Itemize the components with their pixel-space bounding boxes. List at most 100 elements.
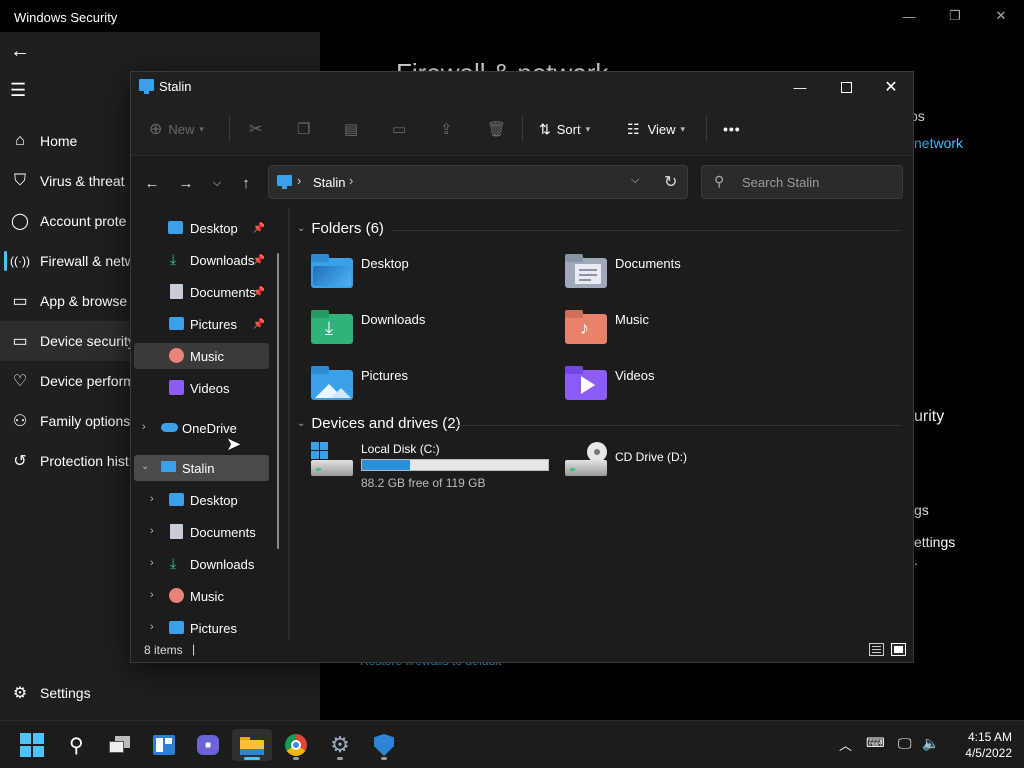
clock[interactable]: 4:15 AM 4/5/2022 [950, 729, 1012, 761]
pin-icon[interactable]: 📌 [253, 319, 265, 330]
rename-button[interactable]: ▭ [392, 114, 406, 144]
folder-name: Music [615, 312, 649, 327]
chevron-down-icon: ▾ [585, 123, 591, 134]
hamburger-menu-icon[interactable]: ☰ [10, 80, 26, 101]
videos-folder-icon [565, 364, 609, 400]
address-bar[interactable]: › Stalin › ⌵ ↻ [268, 165, 688, 199]
pane-divider[interactable] [288, 208, 290, 640]
minimize-button[interactable]: — [886, 0, 932, 32]
mouse-cursor-icon: ➤ [226, 434, 242, 454]
more-options-button[interactable]: ••• [723, 114, 741, 144]
app-window-icon: ▭ [12, 293, 28, 310]
picture-icon [169, 621, 184, 634]
volume-icon[interactable]: 🔈 [922, 735, 939, 752]
windows-security-button[interactable] [364, 729, 404, 761]
nav-item-desktop[interactable]: Desktop 📌 [134, 215, 269, 241]
chevron-right-icon[interactable]: › [150, 589, 154, 601]
drive-name: CD Drive (D:) [615, 450, 687, 464]
breadcrumb-item[interactable]: Stalin [313, 175, 346, 190]
sort-button[interactable]: ⇅ Sort ▾ [539, 114, 590, 144]
nav-item-onedrive[interactable]: › OneDrive [134, 415, 269, 441]
details-view-icon[interactable] [869, 643, 884, 656]
chevron-right-icon[interactable]: › [150, 621, 154, 633]
forward-button[interactable]: → [175, 172, 197, 194]
nav-item-downloads[interactable]: ⤓ Downloads 📌 [134, 247, 269, 273]
drive-tile-c[interactable]: Local Disk (C:) 88.2 GB free of 119 GB [311, 442, 561, 492]
drive-tile-d[interactable]: CD Drive (D:) [565, 442, 765, 488]
close-button[interactable]: ✕ [869, 72, 913, 102]
status-separator: | [192, 642, 196, 656]
nav-item-videos[interactable]: Videos [134, 375, 269, 401]
close-button[interactable]: ✕ [978, 0, 1024, 32]
show-hidden-icons-chevron-icon[interactable]: ︿ [839, 735, 852, 754]
peek-text: urity [914, 408, 945, 425]
pin-icon[interactable]: 📌 [253, 287, 265, 298]
pin-icon[interactable]: 📌 [253, 255, 265, 266]
copy-button[interactable]: ❐ [297, 114, 310, 144]
view-button[interactable]: ☷ View ▾ [627, 114, 685, 144]
network-icon[interactable]: 🖵 [898, 735, 912, 752]
task-view-button[interactable] [100, 729, 140, 761]
search-button[interactable]: ⚲ [56, 729, 96, 761]
folder-tile-music[interactable]: ♪ Music [565, 308, 805, 354]
keyboard-icon[interactable]: ⌨ [866, 735, 885, 751]
folder-tile-documents[interactable]: Documents [565, 252, 805, 298]
folder-tile-videos[interactable]: Videos [565, 364, 805, 410]
refresh-icon[interactable]: ↻ [664, 172, 677, 192]
chevron-right-icon[interactable]: › [142, 421, 146, 433]
teams-chat-button[interactable]: ■ [188, 729, 228, 761]
chevron-down-icon[interactable]: ⌄ [141, 461, 149, 472]
nav-item-pictures[interactable]: Pictures 📌 [134, 311, 269, 337]
chevron-right-icon[interactable]: › [150, 493, 154, 505]
task-view-icon [109, 736, 131, 754]
drives-group-header[interactable]: ⌄ Devices and drives (2) [297, 415, 461, 432]
share-button[interactable]: ⇪ [440, 114, 453, 144]
back-arrow-icon[interactable]: ← [10, 40, 30, 63]
maximize-button[interactable]: ❐ [932, 0, 978, 32]
gear-icon: ⚙ [12, 685, 28, 702]
taskbar: ⚲ ■ ⚙ ︿ ⌨ 🖵 🔈 4:15 AM 4/5/2022 [0, 720, 1024, 768]
folder-tile-pictures[interactable]: Pictures [311, 364, 551, 410]
folder-tile-desktop[interactable]: Desktop [311, 252, 551, 298]
nav-item-pc-downloads[interactable]: › ⤓ Downloads [134, 551, 269, 577]
pin-icon[interactable]: 📌 [253, 223, 265, 234]
search-input[interactable]: ⚲ Search Stalin [701, 165, 903, 199]
minimize-button[interactable]: — [777, 72, 823, 102]
nav-item-music[interactable]: Music [134, 343, 269, 369]
cut-button[interactable]: ✂ [249, 114, 262, 144]
file-explorer-taskbar-button[interactable] [232, 729, 272, 761]
folders-group-header[interactable]: ⌄ Folders (6) [297, 220, 384, 237]
network-link[interactable]: network [914, 135, 963, 151]
recent-locations-button[interactable]: ⌵ [206, 172, 228, 194]
breadcrumb-separator: › [297, 173, 302, 188]
up-button[interactable]: ↑ [235, 172, 257, 194]
maximize-button[interactable] [823, 72, 869, 102]
settings-button[interactable]: ⚙ [320, 729, 360, 761]
start-button[interactable] [12, 729, 52, 761]
address-history-chevron-icon[interactable]: ⌵ [631, 174, 639, 187]
widgets-button[interactable] [144, 729, 184, 761]
large-icons-view-icon[interactable] [891, 643, 906, 656]
nav-item-this-pc[interactable]: ⌄ Stalin [134, 455, 269, 481]
nav-item-pc-documents[interactable]: › Documents [134, 519, 269, 545]
nav-item-pc-pictures[interactable]: › Pictures [134, 615, 269, 640]
paste-button[interactable]: ▤ [344, 114, 358, 144]
this-pc-icon-stand [144, 91, 149, 94]
cd-drive-icon [565, 442, 609, 482]
explorer-titlebar: Stalin — ✕ [131, 72, 913, 102]
group-divider [391, 230, 901, 231]
breadcrumb-separator[interactable]: › [349, 173, 353, 188]
folder-tile-downloads[interactable]: ⤓ Downloads [311, 308, 551, 354]
sidebar-item-settings[interactable]: ⚙ Settings [0, 673, 320, 713]
navigation-scrollbar[interactable] [277, 253, 279, 549]
chevron-right-icon[interactable]: › [150, 557, 154, 569]
chrome-button[interactable] [276, 729, 316, 761]
widgets-icon [153, 735, 175, 755]
nav-item-documents[interactable]: Documents 📌 [134, 279, 269, 305]
nav-item-pc-music[interactable]: › Music [134, 583, 269, 609]
back-button[interactable]: ← [141, 172, 163, 194]
delete-button[interactable]: 🗑 [487, 114, 506, 144]
nav-item-pc-desktop[interactable]: › Desktop [134, 487, 269, 513]
chevron-right-icon[interactable]: › [150, 525, 154, 537]
new-button[interactable]: ⊕ New ▾ [149, 114, 204, 144]
